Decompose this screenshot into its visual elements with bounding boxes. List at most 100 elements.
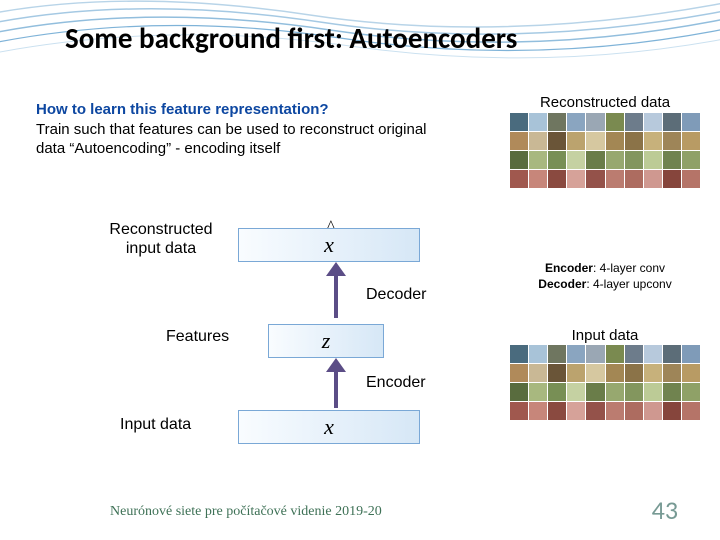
image-thumbnail — [586, 151, 604, 169]
reconstructed-input-label: Reconstructed input data — [96, 220, 226, 258]
image-thumbnail — [529, 132, 547, 150]
slide-number: 43 — [652, 494, 678, 526]
encoder-caption-rest: : 4-layer conv — [593, 261, 665, 275]
image-thumbnail — [510, 132, 528, 150]
image-thumbnail — [529, 364, 547, 382]
image-thumbnail — [586, 364, 604, 382]
image-thumbnail — [606, 113, 624, 131]
image-thumbnail — [682, 383, 700, 401]
image-thumbnail — [510, 364, 528, 382]
image-thumbnail — [682, 345, 700, 363]
image-thumbnail — [586, 345, 604, 363]
image-thumbnail — [606, 383, 624, 401]
image-thumbnail — [567, 345, 585, 363]
image-thumbnail — [682, 364, 700, 382]
input-data-label-left: Input data — [120, 416, 191, 434]
image-thumbnail — [682, 170, 700, 188]
image-thumbnail — [644, 402, 662, 420]
image-thumbnail — [625, 364, 643, 382]
image-thumbnail — [567, 402, 585, 420]
image-thumbnail — [682, 132, 700, 150]
image-thumbnail — [529, 113, 547, 131]
image-thumbnail — [567, 132, 585, 150]
image-thumbnail — [548, 345, 566, 363]
image-thumbnail — [606, 151, 624, 169]
image-thumbnail — [625, 132, 643, 150]
image-thumbnail — [663, 170, 681, 188]
image-thumbnail — [625, 383, 643, 401]
image-thumbnail — [606, 364, 624, 382]
slide-title: Some background first: Autoencoders — [65, 20, 517, 56]
image-thumbnail — [644, 170, 662, 188]
image-thumbnail — [663, 402, 681, 420]
image-thumbnail — [606, 402, 624, 420]
image-thumbnail — [586, 383, 604, 401]
image-thumbnail — [510, 170, 528, 188]
image-thumbnail — [644, 364, 662, 382]
image-thumbnail — [625, 113, 643, 131]
image-thumbnail — [644, 132, 662, 150]
image-thumbnail — [510, 151, 528, 169]
image-thumbnail — [606, 345, 624, 363]
image-thumbnail — [510, 113, 528, 131]
image-thumbnail — [586, 402, 604, 420]
reconstructed-image-grid — [510, 113, 700, 188]
image-thumbnail — [644, 383, 662, 401]
encoder-decoder-caption: Encoder: 4-layer conv Decoder: 4-layer u… — [500, 260, 710, 292]
x-symbol: x — [324, 414, 334, 440]
image-thumbnail — [548, 132, 566, 150]
xhat-box: x — [238, 228, 420, 262]
image-thumbnail — [548, 113, 566, 131]
z-box: z — [268, 324, 384, 358]
image-thumbnail — [663, 132, 681, 150]
image-thumbnail — [663, 364, 681, 382]
image-thumbnail — [548, 170, 566, 188]
image-thumbnail — [586, 170, 604, 188]
image-thumbnail — [644, 151, 662, 169]
z-symbol: z — [322, 328, 331, 354]
reconstructed-data-title: Reconstructed data — [510, 94, 700, 111]
intro-question: How to learn this feature representation… — [36, 101, 329, 118]
image-thumbnail — [682, 151, 700, 169]
features-label: Features — [166, 328, 229, 346]
image-thumbnail — [663, 151, 681, 169]
footer-text: Neurónové siete pre počítačové videnie 2… — [110, 504, 382, 520]
image-thumbnail — [625, 170, 643, 188]
image-thumbnail — [510, 402, 528, 420]
xhat-symbol: x — [324, 232, 334, 258]
input-image-grid — [510, 345, 700, 420]
input-data-label-right: Input data — [510, 327, 700, 344]
decoder-caption-bold: Decoder — [538, 277, 586, 291]
image-thumbnail — [663, 113, 681, 131]
decoder-arrow-head — [326, 262, 346, 276]
intro-block: How to learn this feature representation… — [36, 100, 456, 159]
image-thumbnail — [548, 383, 566, 401]
image-thumbnail — [625, 345, 643, 363]
x-box: x — [238, 410, 420, 444]
image-thumbnail — [606, 170, 624, 188]
encoder-label: Encoder — [366, 374, 426, 392]
image-thumbnail — [548, 151, 566, 169]
image-thumbnail — [644, 345, 662, 363]
autoencoder-diagram: Reconstructed input data x Decoder Featu… — [36, 210, 496, 450]
image-thumbnail — [567, 170, 585, 188]
image-thumbnail — [586, 113, 604, 131]
encoder-arrow-head — [326, 358, 346, 372]
image-thumbnail — [663, 345, 681, 363]
image-thumbnail — [606, 132, 624, 150]
decoder-caption-rest: : 4-layer upconv — [586, 277, 671, 291]
image-thumbnail — [529, 170, 547, 188]
image-thumbnail — [510, 383, 528, 401]
decoder-label: Decoder — [366, 286, 426, 304]
image-thumbnail — [529, 151, 547, 169]
image-thumbnail — [529, 383, 547, 401]
encoder-caption-bold: Encoder — [545, 261, 593, 275]
image-thumbnail — [625, 151, 643, 169]
image-thumbnail — [510, 345, 528, 363]
image-thumbnail — [682, 402, 700, 420]
image-thumbnail — [529, 345, 547, 363]
image-thumbnail — [529, 402, 547, 420]
image-thumbnail — [682, 113, 700, 131]
intro-answer: Train such that features can be used to … — [36, 121, 427, 158]
image-thumbnail — [567, 151, 585, 169]
